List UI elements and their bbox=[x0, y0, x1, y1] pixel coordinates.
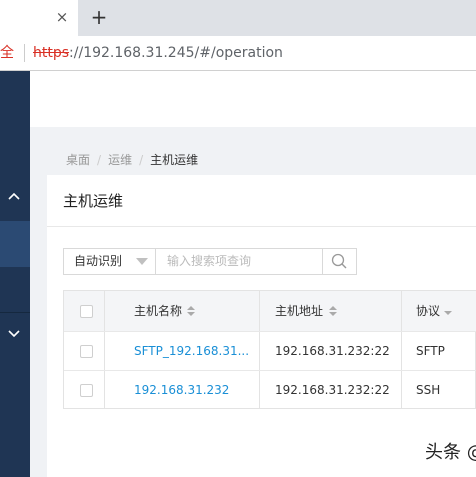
dropdown-icon[interactable] bbox=[443, 306, 453, 320]
column-divider bbox=[104, 291, 105, 408]
not-secure-label[interactable]: 全 bbox=[0, 44, 14, 62]
url-path: ://192.168.31.245/#/operation bbox=[69, 45, 283, 61]
tab-close-icon[interactable]: × bbox=[54, 8, 70, 26]
chevron-down-icon[interactable] bbox=[6, 325, 22, 341]
row-checkbox[interactable] bbox=[80, 384, 93, 397]
app-header bbox=[30, 71, 476, 127]
table-header bbox=[64, 291, 476, 332]
column-divider bbox=[401, 291, 402, 408]
new-tab-icon[interactable]: + bbox=[90, 7, 108, 27]
select-all-checkbox[interactable] bbox=[80, 305, 93, 318]
row-divider bbox=[64, 331, 476, 332]
dropdown-arrow-icon bbox=[136, 258, 148, 265]
sidebar bbox=[0, 71, 30, 477]
sort-icon[interactable] bbox=[186, 304, 196, 318]
url-scheme: https bbox=[33, 45, 70, 61]
sort-icon[interactable] bbox=[328, 304, 338, 318]
host-protocol: SFTP bbox=[416, 344, 445, 358]
search-type-value: 自动识别 bbox=[74, 254, 123, 268]
breadcrumb-item-current: 主机运维 bbox=[150, 153, 199, 167]
sidebar-active-item[interactable] bbox=[0, 221, 30, 267]
chevron-up-icon[interactable] bbox=[6, 189, 22, 205]
page-title: 主机运维 bbox=[63, 192, 124, 210]
row-checkbox[interactable] bbox=[80, 345, 93, 358]
address-separator bbox=[24, 44, 25, 62]
card-divider bbox=[47, 226, 476, 227]
watermark: 头条 @ bbox=[425, 442, 476, 463]
sidebar-divider bbox=[0, 312, 30, 313]
url-text[interactable]: https://192.168.31.245/#/operation bbox=[33, 44, 283, 62]
breadcrumb-separator: / bbox=[97, 153, 102, 167]
search-placeholder: 输入搜索项查询 bbox=[167, 254, 252, 268]
search-icon bbox=[331, 253, 347, 269]
column-header-protocol[interactable]: 协议 bbox=[416, 302, 440, 320]
column-header-host-name[interactable]: 主机名称 bbox=[134, 302, 182, 320]
host-name-link[interactable]: 192.168.31.232 bbox=[134, 381, 229, 399]
row-divider bbox=[64, 370, 476, 371]
breadcrumb-separator: / bbox=[139, 153, 144, 167]
column-header-host-address[interactable]: 主机地址 bbox=[275, 302, 323, 320]
host-name-link[interactable]: SFTP_192.168.31... bbox=[134, 342, 249, 360]
host-address: 192.168.31.232:22 bbox=[275, 344, 390, 358]
host-protocol: SSH bbox=[416, 383, 441, 397]
breadcrumb-item-ops[interactable]: 运维 bbox=[108, 153, 132, 167]
search-button[interactable] bbox=[322, 248, 357, 275]
column-divider bbox=[259, 291, 260, 408]
host-address: 192.168.31.232:22 bbox=[275, 383, 390, 397]
breadcrumb: 桌面 / 运维 / 主机运维 bbox=[66, 151, 198, 169]
breadcrumb-item-desktop[interactable]: 桌面 bbox=[66, 153, 90, 167]
